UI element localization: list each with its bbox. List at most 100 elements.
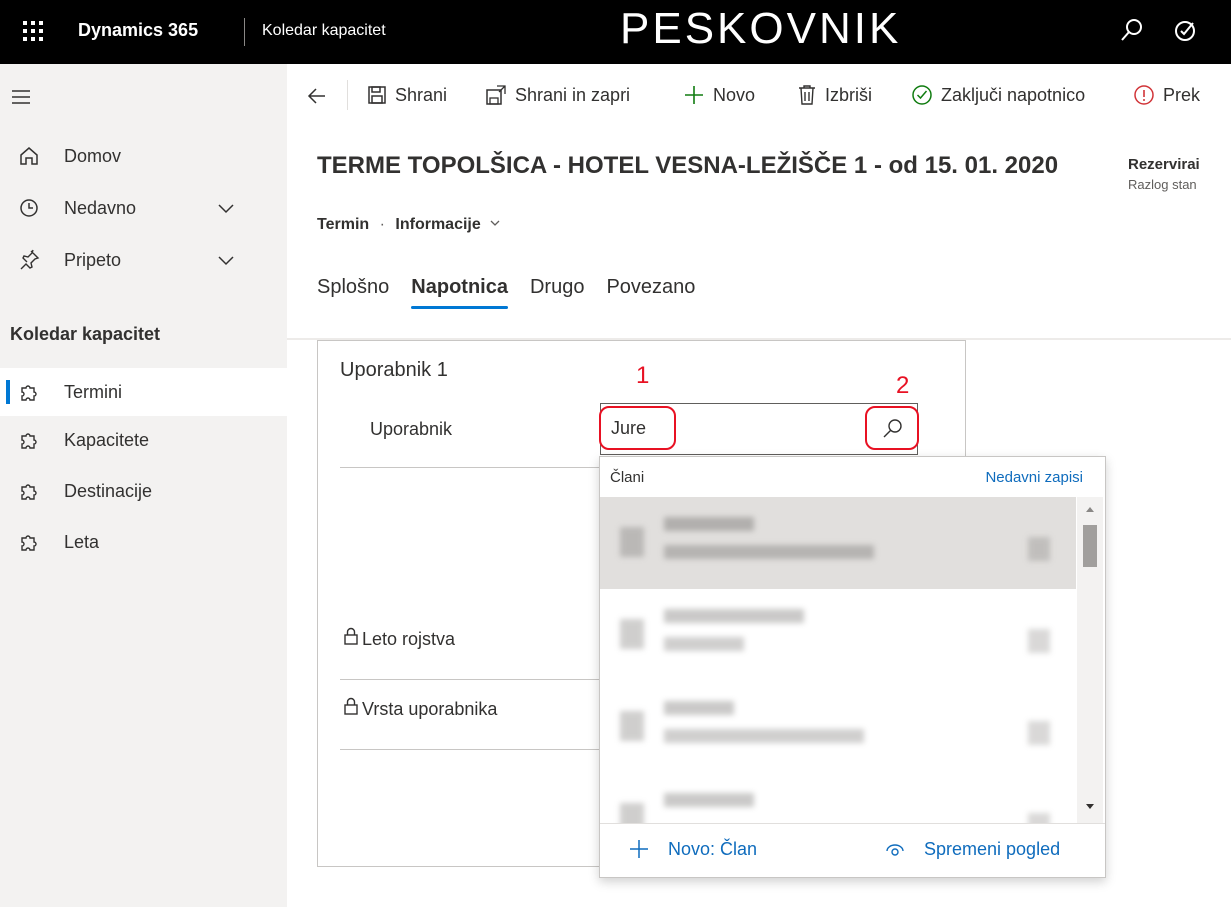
home-icon — [20, 147, 38, 165]
delete-label: Izbriši — [825, 84, 873, 105]
list-item[interactable] — [600, 681, 1076, 773]
nav-kapacitete[interactable]: Kapacitete — [0, 416, 287, 464]
pin-icon — [20, 249, 40, 270]
nav-termini-label: Termini — [64, 381, 123, 402]
nav-kapacitete-label: Kapacitete — [64, 429, 150, 450]
more-label: Prek — [1163, 84, 1201, 105]
scrollbar[interactable] — [1077, 497, 1103, 823]
form-breadcrumb: Termin · Informacije — [317, 216, 501, 234]
save-close-icon — [486, 85, 506, 105]
highlight-box-search — [865, 406, 919, 450]
chevron-down-icon[interactable] — [216, 250, 236, 270]
user-field-label: Uporabnik — [370, 419, 453, 439]
nav-home[interactable]: Domov — [0, 132, 287, 180]
header-field: Rezervirai Razlog stan — [1128, 156, 1218, 192]
top-bar: Dynamics 365 Koledar kapacitet PESKOVNIK — [0, 0, 1231, 64]
header-field-title: Rezervirai — [1128, 156, 1200, 173]
lookup-flyout: Člani Nedavni zapisi Novo: Član Spremeni… — [599, 456, 1106, 878]
more-button[interactable]: Prek — [1133, 82, 1200, 108]
annotation-number-2: 2 — [896, 372, 910, 399]
puzzle-icon — [21, 484, 37, 500]
section-title: Uporabnik 1 — [340, 359, 448, 381]
app-launcher-icon[interactable] — [22, 20, 44, 42]
form-selector[interactable]: Informacije — [395, 216, 480, 233]
header-field-subtitle: Razlog stan — [1128, 177, 1197, 192]
field-divider — [340, 679, 602, 680]
field-divider — [340, 467, 602, 468]
complete-referral-button[interactable]: Zaključi napotnico — [911, 82, 1085, 108]
sitemap-sidebar: Domov Nedavno Pripeto Koledar kapacitet … — [0, 64, 287, 907]
scroll-down-icon[interactable] — [1085, 803, 1095, 811]
tab-napotnica[interactable]: Napotnica — [411, 276, 508, 309]
nav-leta[interactable]: Leta — [0, 518, 287, 566]
lock-icon — [344, 697, 358, 715]
form-tabs: Splošno Napotnica Drugo Povezano — [317, 276, 695, 309]
flyout-header: Člani Nedavni zapisi — [600, 457, 1105, 497]
birth-year-label: Leto rojstva — [362, 629, 456, 649]
flyout-entity-label: Člani — [610, 469, 645, 486]
title-divider — [244, 18, 245, 46]
save-icon — [368, 86, 386, 104]
scrollbar-thumb[interactable] — [1083, 525, 1097, 567]
save-label: Shrani — [395, 84, 448, 105]
flyout-footer: Novo: Član Spremeni pogled — [600, 823, 1105, 878]
delete-button[interactable]: Izbriši — [797, 82, 872, 108]
scroll-up-icon[interactable] — [1085, 505, 1095, 513]
entity-name: Termin — [317, 216, 370, 233]
new-button[interactable]: Novo — [683, 82, 755, 108]
command-separator — [347, 80, 348, 110]
lock-icon — [344, 627, 358, 645]
complete-referral-label: Zaključi napotnico — [941, 84, 1086, 105]
save-and-close-label: Shrani in zapri — [515, 84, 631, 105]
field-divider — [340, 749, 602, 750]
check-circle-icon — [912, 85, 932, 105]
list-item[interactable] — [600, 497, 1076, 589]
list-item[interactable] — [600, 773, 1076, 823]
tab-povezano[interactable]: Povezano — [606, 276, 695, 309]
new-member-label: Novo: Član — [668, 838, 758, 859]
save-button[interactable]: Shrani — [367, 82, 447, 108]
search-icon[interactable] — [1118, 16, 1146, 44]
puzzle-icon — [21, 535, 37, 551]
nav-termini[interactable]: Termini — [0, 368, 287, 416]
lookup-results-list — [600, 497, 1076, 823]
trash-icon — [799, 85, 815, 105]
nav-destinacije[interactable]: Destinacije — [0, 467, 287, 515]
view-icon — [886, 844, 904, 856]
tab-splosno[interactable]: Splošno — [317, 276, 389, 309]
back-arrow-icon[interactable] — [305, 84, 329, 108]
user-type-label: Vrsta uporabnika — [362, 699, 498, 719]
recent-records-link[interactable]: Nedavni zapisi — [985, 469, 1083, 486]
nav-leta-label: Leta — [64, 531, 100, 552]
new-label: Novo — [713, 84, 756, 105]
plus-icon — [630, 840, 648, 858]
highlight-box-input — [599, 406, 676, 450]
nav-recent[interactable]: Nedavno — [0, 184, 287, 232]
change-view-label: Spremeni pogled — [924, 838, 1061, 859]
nav-destinacije-label: Destinacije — [64, 480, 153, 501]
command-bar: Shrani Shrani in zapri Novo Izbriši Zakl… — [287, 64, 1231, 127]
breadcrumb-separator: · — [379, 216, 385, 233]
warning-circle-icon — [1134, 85, 1154, 105]
app-name[interactable]: Dynamics 365 — [78, 20, 198, 41]
plus-icon — [685, 86, 703, 104]
puzzle-icon — [21, 385, 37, 401]
environment-title: PESKOVNIK — [620, 4, 902, 53]
save-and-close-button[interactable]: Shrani in zapri — [485, 82, 630, 108]
tab-drugo[interactable]: Drugo — [530, 276, 584, 309]
nav-recent-label: Nedavno — [64, 197, 137, 218]
chevron-down-icon[interactable] — [216, 198, 236, 218]
nav-pinned-label: Pripeto — [64, 249, 122, 270]
sitemap-area-title: Koledar kapacitet — [10, 324, 161, 344]
list-item[interactable] — [600, 589, 1076, 681]
hamburger-icon[interactable] — [10, 86, 32, 108]
puzzle-icon — [21, 433, 37, 449]
chevron-down-icon[interactable] — [489, 217, 501, 229]
change-view-button[interactable]: Spremeni pogled — [884, 838, 1060, 860]
new-member-button[interactable]: Novo: Član — [628, 838, 757, 860]
nav-pinned[interactable]: Pripeto — [0, 236, 287, 284]
clock-icon — [20, 199, 38, 217]
record-title: TERME TOPOLŠICA - HOTEL VESNA-LEŽIŠČE 1 … — [317, 152, 1059, 179]
area-name[interactable]: Koledar kapacitet — [262, 22, 386, 40]
task-icon[interactable] — [1172, 16, 1200, 44]
